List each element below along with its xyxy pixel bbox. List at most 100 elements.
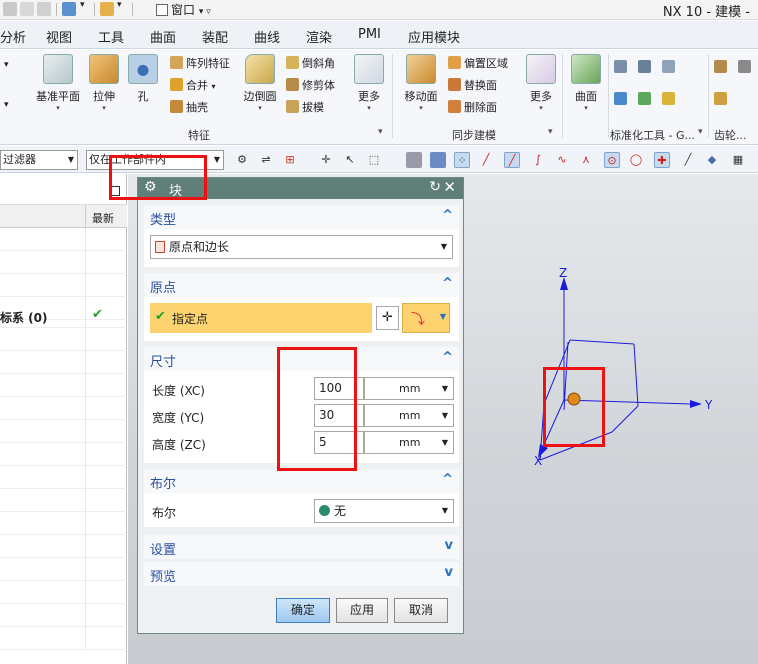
draft-button[interactable]: 拔模	[286, 99, 324, 115]
chevron-down-icon[interactable]: ▾	[378, 127, 383, 137]
extrude-button[interactable]: 拉伸 ▾	[86, 54, 122, 112]
move-face-button[interactable]: 移动面 ▾	[402, 54, 440, 112]
chevron-down-icon[interactable]: ▾	[80, 0, 85, 15]
save-icon[interactable]	[3, 2, 17, 16]
close-icon[interactable]: ✕	[443, 178, 456, 196]
delete-face-button[interactable]: 删除面	[448, 99, 497, 115]
replace-face-button[interactable]: 替换面	[448, 77, 497, 93]
column-latest[interactable]: 最新	[92, 210, 114, 226]
snap-endpoint-icon[interactable]: ⁘	[454, 152, 470, 168]
width-unit-select[interactable]: mm ▼	[364, 404, 454, 427]
menu-applications[interactable]: 应用模块	[408, 27, 460, 46]
list-item[interactable]	[0, 351, 127, 374]
chevron-down-icon[interactable]: ▾	[548, 127, 553, 137]
list-item[interactable]	[0, 489, 127, 512]
type-section-header[interactable]: 类型 ^	[144, 205, 459, 229]
menu-view[interactable]: 视图	[46, 27, 72, 46]
height-unit-select[interactable]: mm ▼	[364, 431, 454, 454]
chevron-up-icon[interactable]: ^	[442, 276, 453, 291]
list-item[interactable]	[0, 228, 127, 251]
copy-icon[interactable]	[20, 2, 34, 16]
list-item[interactable]	[0, 251, 127, 274]
paste-icon[interactable]	[37, 2, 51, 16]
menu-analysis[interactable]: 分析	[0, 27, 26, 46]
snap-quadrant-icon[interactable]: ◯	[628, 152, 644, 168]
chevron-down-icon[interactable]: ▾	[698, 127, 703, 137]
list-item[interactable]	[0, 581, 127, 604]
chevron-down-icon[interactable]: v	[445, 538, 453, 553]
part-cube-icon[interactable]	[62, 2, 76, 16]
list-item[interactable]	[0, 535, 127, 558]
list-item[interactable]	[0, 328, 127, 351]
menu-surface[interactable]: 曲面	[150, 27, 176, 46]
chevron-down-icon[interactable]: v	[445, 565, 453, 580]
list-item[interactable]	[0, 274, 127, 297]
settings-section-header[interactable]: 设置 v	[144, 535, 459, 559]
settings-icon[interactable]: ⚙	[234, 152, 250, 168]
standard-tool-3-icon[interactable]	[662, 60, 678, 76]
surface-button[interactable]: 曲面 ▾	[568, 54, 604, 112]
standard-tool-4-icon[interactable]	[614, 92, 630, 108]
link-icon[interactable]: ⇌	[258, 152, 274, 168]
menu-render[interactable]: 渲染	[306, 27, 332, 46]
gear-tool-2-icon[interactable]	[738, 60, 754, 76]
ok-button[interactable]: 确定	[276, 598, 330, 623]
list-item[interactable]	[0, 627, 127, 650]
body-select-icon[interactable]	[406, 152, 422, 168]
snap-intersection-icon[interactable]: ⋏	[578, 152, 594, 168]
gear-tool-3-icon[interactable]	[714, 92, 730, 108]
more-features-button[interactable]: 更多 ▾	[352, 54, 386, 112]
touch-mode-icon[interactable]	[100, 2, 114, 16]
pick-icon[interactable]: ↖	[342, 152, 358, 168]
snap-curve-icon[interactable]: ∫	[530, 152, 546, 168]
snap-existing-point-icon[interactable]: ✚	[654, 152, 670, 168]
standard-tool-2-icon[interactable]	[638, 60, 654, 76]
point-dialog-button[interactable]: ✛	[376, 306, 399, 330]
grid-icon[interactable]: ▦	[730, 152, 746, 168]
cancel-button[interactable]: 取消	[394, 598, 448, 623]
trim-body-button[interactable]: 修剪体	[286, 77, 335, 93]
preview-section-header[interactable]: 预览 v	[144, 562, 459, 586]
specify-point-field[interactable]: ✔ 指定点	[150, 303, 372, 333]
chevron-down-icon[interactable]: ▾	[4, 60, 9, 76]
list-item[interactable]	[0, 558, 127, 581]
chevron-up-icon[interactable]: ^	[442, 472, 453, 487]
type-select[interactable]: 原点和边长 ▼	[150, 235, 453, 259]
point-constructor-icon[interactable]: ✛	[318, 152, 334, 168]
origin-section-header[interactable]: 原点 ^	[144, 273, 459, 297]
datum-plane-button[interactable]: 基准平面 ▾	[34, 54, 82, 112]
boolean-section-header[interactable]: 布尔 ^	[144, 469, 459, 493]
gear-tool-1-icon[interactable]	[714, 60, 730, 76]
snap-center-icon[interactable]: ⊙	[604, 152, 620, 168]
length-unit-select[interactable]: mm ▼	[364, 377, 454, 400]
snap-on-curve-icon[interactable]: ╱	[680, 152, 696, 168]
hole-button[interactable]: 孔	[126, 54, 160, 104]
list-item[interactable]	[0, 443, 127, 466]
standard-tool-1-icon[interactable]	[614, 60, 630, 76]
chevron-up-icon[interactable]: ^	[442, 208, 453, 223]
more-sync-button[interactable]: 更多 ▾	[524, 54, 558, 112]
unite-button[interactable]: 合并 ▾	[170, 77, 216, 93]
list-item[interactable]	[0, 420, 127, 443]
type-filter-select[interactable]: 过滤器 ▼	[0, 150, 78, 170]
snap-line-icon[interactable]: ╱	[478, 152, 494, 168]
point-type-select[interactable]: ⤵ ▼	[402, 303, 450, 333]
list-item[interactable]	[0, 466, 127, 489]
boolean-select[interactable]: 无 ▼	[314, 499, 454, 523]
chevron-up-icon[interactable]: ^	[442, 350, 453, 365]
list-item[interactable]	[0, 374, 127, 397]
chevron-down-icon[interactable]: ▾	[117, 0, 122, 15]
chevron-down-icon[interactable]: ▾	[4, 100, 9, 116]
chamfer-button[interactable]: 倒斜角	[286, 55, 335, 71]
pattern-feature-button[interactable]: 阵列特征	[170, 55, 230, 71]
standard-tool-6-icon[interactable]	[662, 92, 678, 108]
shell-button[interactable]: 抽壳	[170, 99, 208, 115]
list-item[interactable]	[0, 397, 127, 420]
menu-assembly[interactable]: 装配	[202, 27, 228, 46]
menu-curve[interactable]: 曲线	[254, 27, 280, 46]
menu-tools[interactable]: 工具	[98, 27, 124, 46]
snap-point-icon[interactable]: ⊞	[282, 152, 298, 168]
offset-region-button[interactable]: 偏置区域	[448, 55, 508, 71]
snap-midpoint-icon[interactable]: ╱	[504, 152, 520, 168]
snap-spline-icon[interactable]: ∿	[554, 152, 570, 168]
